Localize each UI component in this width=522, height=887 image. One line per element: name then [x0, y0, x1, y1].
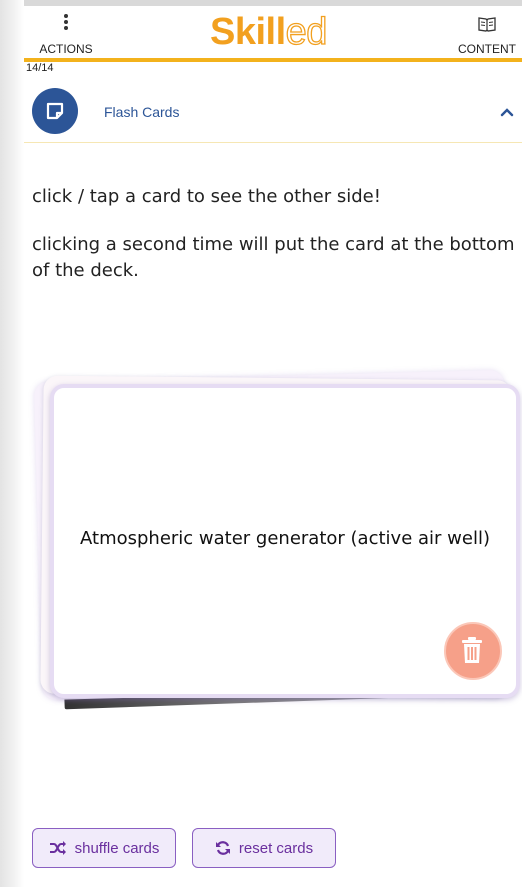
instruction-text-1: click / tap a card to see the other side…	[32, 186, 381, 207]
reset-label: reset cards	[238, 839, 314, 857]
skilled-logo: Skill ed	[210, 10, 328, 54]
section-title: Flash Cards	[104, 104, 180, 120]
kebab-icon	[64, 14, 68, 32]
progress-bar	[24, 58, 522, 62]
content-button[interactable]: CONTENT	[452, 6, 522, 58]
instruction-text-2: clicking a second time will put the card…	[32, 234, 515, 281]
shuffle-label: shuffle cards	[74, 839, 160, 857]
reset-cards-button[interactable]: reset cards	[192, 828, 336, 868]
chevron-up-icon[interactable]	[500, 102, 514, 121]
flash-cards-section-header[interactable]: Flash Cards	[24, 82, 522, 143]
trash-icon	[462, 637, 482, 663]
shuffle-icon	[49, 841, 66, 855]
book-icon	[478, 16, 496, 36]
actions-label: ACTIONS	[39, 42, 93, 56]
logo-text-outline: ed	[285, 10, 328, 53]
flash-card[interactable]: Atmospheric water generator (active air …	[50, 384, 520, 698]
refresh-icon	[215, 841, 230, 855]
actions-button[interactable]: ACTIONS	[24, 6, 108, 58]
page-counter: 14/14	[26, 62, 54, 74]
note-icon	[32, 88, 78, 134]
card-text: Atmospheric water generator (active air …	[80, 528, 490, 549]
shuffle-cards-button[interactable]: shuffle cards	[32, 828, 176, 868]
content-label: CONTENT	[458, 42, 516, 56]
logo-text-primary: Skill	[210, 11, 286, 53]
window-frame-left	[0, 0, 24, 887]
top-bar: ACTIONS Skill ed CONTENT	[24, 6, 522, 58]
app: ACTIONS Skill ed CONTENT 14/14 Flash Car…	[24, 6, 522, 887]
delete-card-button[interactable]	[444, 622, 502, 680]
